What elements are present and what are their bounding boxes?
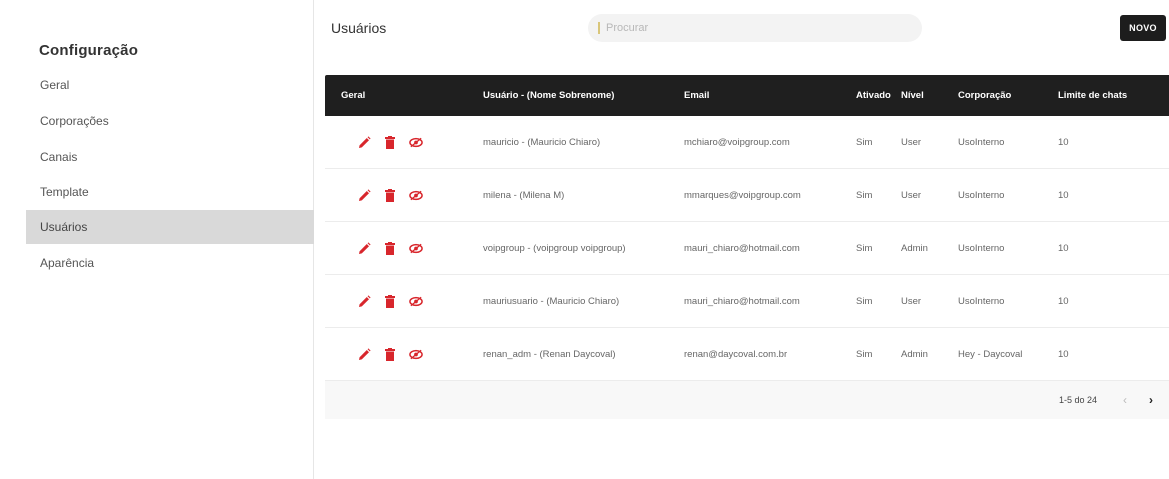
cell-user: voipgroup - (voipgroup voipgroup) — [483, 242, 626, 254]
cell-chat-limit: 10 — [1058, 136, 1069, 148]
cell-active: Sim — [856, 295, 873, 307]
column-header-limite: Limite de chats — [1058, 90, 1128, 101]
pencil-icon[interactable] — [357, 294, 371, 308]
table-footer: 1-5 do 24 ‹ › — [325, 381, 1169, 419]
search-input[interactable] — [606, 22, 886, 34]
cell-level: User — [901, 136, 922, 148]
trash-icon[interactable] — [383, 188, 397, 202]
cell-email: mauri_chiaro@hotmail.com — [684, 242, 800, 254]
cell-corporation: UsoInterno — [958, 189, 1005, 201]
cell-active: Sim — [856, 348, 873, 360]
trash-icon[interactable] — [383, 241, 397, 255]
cell-level: User — [901, 189, 922, 201]
table-row: mauricio - (Mauricio Chiaro) mchiaro@voi… — [325, 116, 1169, 169]
eye-icon[interactable] — [409, 241, 423, 255]
cell-email: mauri_chiaro@hotmail.com — [684, 295, 800, 307]
cell-email: mmarques@voipgroup.com — [684, 189, 801, 201]
sidebar-item-canais[interactable]: Canais — [26, 140, 314, 174]
eye-icon[interactable] — [409, 135, 423, 149]
column-header-ativado: Ativado — [856, 90, 891, 101]
search-cursor — [598, 22, 600, 34]
trash-icon[interactable] — [383, 135, 397, 149]
eye-icon[interactable] — [409, 294, 423, 308]
cell-email: mchiaro@voipgroup.com — [684, 136, 790, 148]
row-actions — [325, 135, 483, 149]
eye-icon[interactable] — [409, 347, 423, 361]
table-body: mauricio - (Mauricio Chiaro) mchiaro@voi… — [325, 116, 1169, 381]
next-page-button[interactable]: › — [1141, 390, 1161, 410]
cell-chat-limit: 10 — [1058, 242, 1069, 254]
cell-level: User — [901, 295, 922, 307]
row-actions — [325, 347, 483, 361]
cell-chat-limit: 10 — [1058, 348, 1069, 360]
cell-corporation: UsoInterno — [958, 242, 1005, 254]
page-title: Usuários — [331, 20, 387, 36]
cell-user: renan_adm - (Renan Daycoval) — [483, 348, 616, 360]
users-table: Geral Usuário - (Nome Sobrenome) Email A… — [325, 75, 1169, 419]
column-header-geral: Geral — [341, 90, 366, 101]
column-header-nivel: Nível — [901, 90, 924, 101]
cell-chat-limit: 10 — [1058, 295, 1069, 307]
table-row: mauriusuario - (Mauricio Chiaro) mauri_c… — [325, 275, 1169, 328]
pencil-icon[interactable] — [357, 135, 371, 149]
column-header-corporacao: Corporação — [958, 90, 1012, 101]
table-row: milena - (Milena M) mmarques@voipgroup.c… — [325, 169, 1169, 222]
cell-email: renan@daycoval.com.br — [684, 348, 788, 360]
cell-active: Sim — [856, 242, 873, 254]
row-actions — [325, 188, 483, 202]
table-header: Geral Usuário - (Nome Sobrenome) Email A… — [325, 75, 1169, 116]
sidebar-item-usuarios[interactable]: Usuários — [26, 210, 314, 244]
sidebar: Configuração Geral Corporações Canais Te… — [0, 0, 314, 479]
cell-user: mauricio - (Mauricio Chiaro) — [483, 136, 601, 148]
sidebar-title: Configuração — [39, 42, 139, 59]
sidebar-item-aparencia[interactable]: Aparência — [26, 246, 314, 280]
pencil-icon[interactable] — [357, 347, 371, 361]
cell-user: mauriusuario - (Mauricio Chiaro) — [483, 295, 620, 307]
row-actions — [325, 294, 483, 308]
column-header-email: Email — [684, 90, 710, 101]
search-bar[interactable] — [588, 14, 922, 42]
table-row: voipgroup - (voipgroup voipgroup) mauri_… — [325, 222, 1169, 275]
eye-icon[interactable] — [409, 188, 423, 202]
trash-icon[interactable] — [383, 347, 397, 361]
cell-active: Sim — [856, 136, 873, 148]
cell-corporation: Hey - Daycoval — [958, 348, 1023, 360]
cell-corporation: UsoInterno — [958, 136, 1005, 148]
sidebar-item-corporacoes[interactable]: Corporações — [26, 104, 314, 138]
cell-level: Admin — [901, 348, 928, 360]
pagination-range: 1-5 do 24 — [1058, 395, 1097, 405]
new-button[interactable]: NOVO — [1120, 15, 1166, 41]
sidebar-item-geral[interactable]: Geral — [26, 68, 314, 102]
cell-corporation: UsoInterno — [958, 295, 1005, 307]
trash-icon[interactable] — [383, 294, 397, 308]
sidebar-item-template[interactable]: Template — [26, 175, 314, 209]
pencil-icon[interactable] — [357, 241, 371, 255]
cell-level: Admin — [901, 242, 928, 254]
prev-page-button[interactable]: ‹ — [1115, 390, 1135, 410]
pencil-icon[interactable] — [357, 188, 371, 202]
row-actions — [325, 241, 483, 255]
column-header-usuario: Usuário - (Nome Sobrenome) — [483, 90, 615, 101]
table-row: renan_adm - (Renan Daycoval) renan@dayco… — [325, 328, 1169, 381]
cell-chat-limit: 10 — [1058, 189, 1069, 201]
cell-active: Sim — [856, 189, 873, 201]
cell-user: milena - (Milena M) — [483, 189, 565, 201]
